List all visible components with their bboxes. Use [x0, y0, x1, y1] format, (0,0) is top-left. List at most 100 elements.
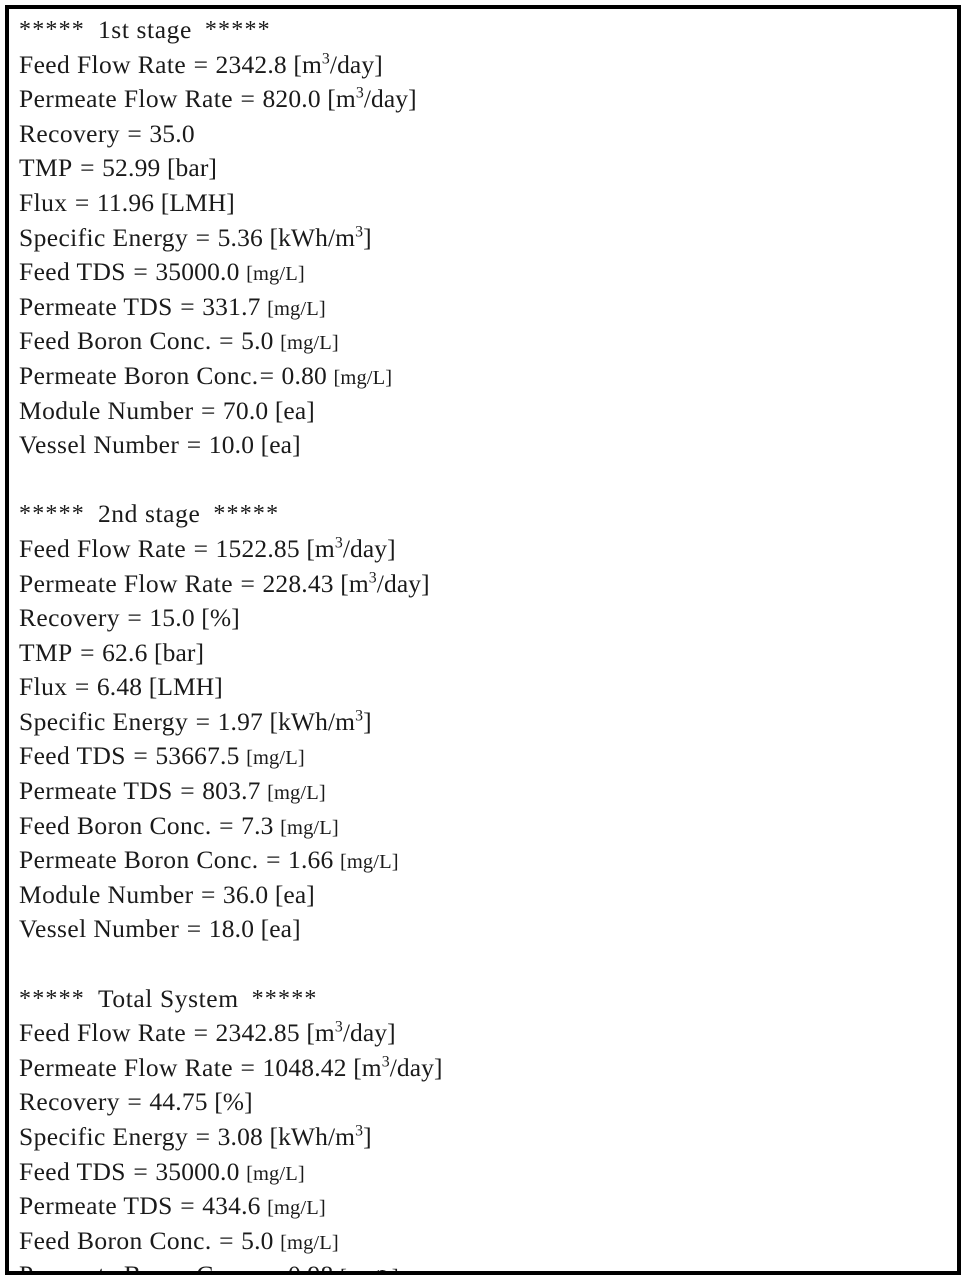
metric-row: Specific Energy = 1.97 [kWh/m3]: [19, 705, 957, 740]
metric-unit: [ea]: [274, 879, 315, 909]
metric-value: 5.0: [241, 1225, 274, 1255]
metric-unit: [mg/L]: [246, 263, 305, 286]
metric-equals-sign: =: [219, 326, 234, 356]
metric-unit: [mg/L]: [333, 366, 393, 389]
metric-unit: [m3/day]: [327, 84, 417, 114]
metric-unit: [LMH]: [160, 187, 235, 217]
metric-label: Permeate Boron Conc.: [19, 845, 259, 875]
metric-value: 35.0: [149, 118, 195, 148]
metric-unit: [%]: [201, 603, 240, 633]
report-body: ***** 1st stage ***** Feed Flow Rate = 23…: [9, 9, 957, 1275]
metric-row: Permeate Boron Conc. = 0.98 [mg/L]: [19, 1258, 957, 1275]
metric-value: 5.36: [217, 222, 263, 252]
cubic-superscript: 3: [355, 707, 364, 725]
metric-value: 70.0: [222, 395, 269, 425]
metric-unit: [m3/day]: [306, 533, 396, 563]
metric-unit: [mg/L]: [267, 782, 326, 805]
metric-value: 2342.85: [215, 1018, 300, 1048]
metric-label: Permeate TDS: [19, 1191, 173, 1221]
metric-row: TMP = 52.99 [bar]: [19, 151, 957, 186]
metric-value: 331.7: [202, 291, 261, 321]
metric-label: TMP: [19, 637, 73, 667]
metric-equals-sign: =: [133, 257, 148, 287]
metric-value: 36.0: [222, 879, 269, 909]
metric-unit: [m3/day]: [306, 1018, 396, 1048]
metric-equals-sign: =: [193, 533, 209, 563]
metric-unit: [kWh/m3]: [269, 706, 372, 736]
metric-equals-sign: =: [74, 672, 90, 702]
metric-row: Recovery = 35.0: [19, 117, 957, 152]
metric-value: 6.48: [96, 672, 143, 702]
metric-row: Permeate Boron Conc.= 0.80 [mg/L]: [19, 359, 957, 394]
metric-label: Vessel Number: [19, 914, 180, 944]
metric-label: Feed TDS: [19, 257, 126, 287]
section-header-stars-left: *****: [19, 17, 85, 43]
metric-equals-sign: =: [200, 879, 216, 909]
metric-label: Permeate Flow Rate: [19, 84, 233, 114]
metric-row: Feed TDS = 35000.0 [mg/L]: [19, 255, 957, 290]
metric-value: 35000.0: [155, 257, 240, 287]
metric-equals-sign: =: [186, 430, 202, 460]
cubic-superscript: 3: [381, 1053, 390, 1071]
metric-equals-sign: =: [133, 1156, 148, 1186]
metric-label: Permeate TDS: [19, 776, 173, 806]
cubic-superscript: 3: [355, 1122, 364, 1140]
metric-label: Recovery: [19, 1087, 120, 1117]
metric-row: Feed Flow Rate = 1522.85 [m3/day]: [19, 532, 957, 567]
metric-value: 228.43: [262, 568, 334, 598]
metric-row: Permeate Boron Conc. = 1.66 [mg/L]: [19, 843, 957, 878]
metric-label: Specific Energy: [19, 1122, 189, 1151]
metric-equals-sign: =: [80, 637, 95, 667]
metric-row: Flux = 11.96 [LMH]: [19, 186, 957, 221]
metric-row: Feed Boron Conc. = 7.3 [mg/L]: [19, 809, 957, 844]
metric-row: Feed TDS = 53667.5 [mg/L]: [19, 739, 957, 774]
metric-label: Specific Energy: [19, 222, 189, 252]
metric-value: 44.75: [149, 1087, 208, 1117]
metric-unit: [ea]: [260, 430, 301, 460]
metric-label: TMP: [19, 153, 73, 183]
metric-label: Permeate Flow Rate: [19, 1052, 233, 1082]
metric-row: Module Number = 70.0 [ea]: [19, 394, 957, 429]
metric-value: 3.08: [217, 1122, 263, 1151]
section-header-total-system: ***** Total System *****: [19, 982, 957, 1017]
metric-equals-sign: =: [193, 1018, 209, 1048]
section-header-title: Total System: [97, 983, 239, 1013]
metric-value: 15.0: [149, 603, 195, 633]
metric-unit: [bar]: [154, 637, 205, 667]
metric-value: 35000.0: [155, 1156, 240, 1186]
metric-unit: [mg/L]: [246, 1162, 305, 1185]
metric-row: Recovery = 44.75 [%]: [19, 1085, 957, 1120]
metric-equals-sign: =: [240, 84, 255, 114]
metric-unit: [m3/day]: [353, 1052, 443, 1082]
metric-value: 0.80: [281, 360, 327, 390]
section-header-stars-right: *****: [251, 985, 318, 1012]
metric-label: Flux: [19, 187, 68, 217]
metric-unit: [mg/L]: [267, 297, 326, 320]
metric-equals-sign: =: [200, 395, 216, 425]
metric-value: 7.3: [241, 810, 274, 840]
metric-value: 0.98: [288, 1260, 334, 1275]
metric-equals-sign: =: [240, 568, 255, 598]
metric-label: Recovery: [19, 118, 120, 148]
metric-unit: [mg/L]: [267, 1197, 326, 1220]
report-frame: ***** 1st stage ***** Feed Flow Rate = 23…: [5, 5, 961, 1275]
metric-equals-sign: =: [195, 706, 211, 736]
metric-row: Permeate Flow Rate = 1048.42 [m3/day]: [19, 1051, 957, 1086]
metric-value: 434.6: [202, 1191, 261, 1221]
metric-label: Flux: [19, 672, 68, 702]
metric-unit: [kWh/m3]: [269, 222, 372, 252]
metric-label: Specific Energy: [19, 706, 189, 736]
metric-value: 2342.8: [215, 49, 287, 79]
metric-label: Module Number: [19, 879, 194, 909]
metric-value: 11.96: [96, 187, 155, 217]
metric-equals-sign: =: [127, 118, 142, 148]
section-header-stars-right: *****: [204, 17, 271, 43]
metric-equals-sign: =: [80, 153, 95, 183]
metric-row: Permeate Flow Rate = 228.43 [m3/day]: [19, 567, 957, 602]
metric-row: Specific Energy = 3.08 [kWh/m3]: [19, 1120, 957, 1155]
metric-row: Vessel Number = 18.0 [ea]: [19, 912, 957, 947]
metric-value: 820.0: [262, 84, 321, 114]
section-header-stars-left: *****: [19, 985, 85, 1012]
